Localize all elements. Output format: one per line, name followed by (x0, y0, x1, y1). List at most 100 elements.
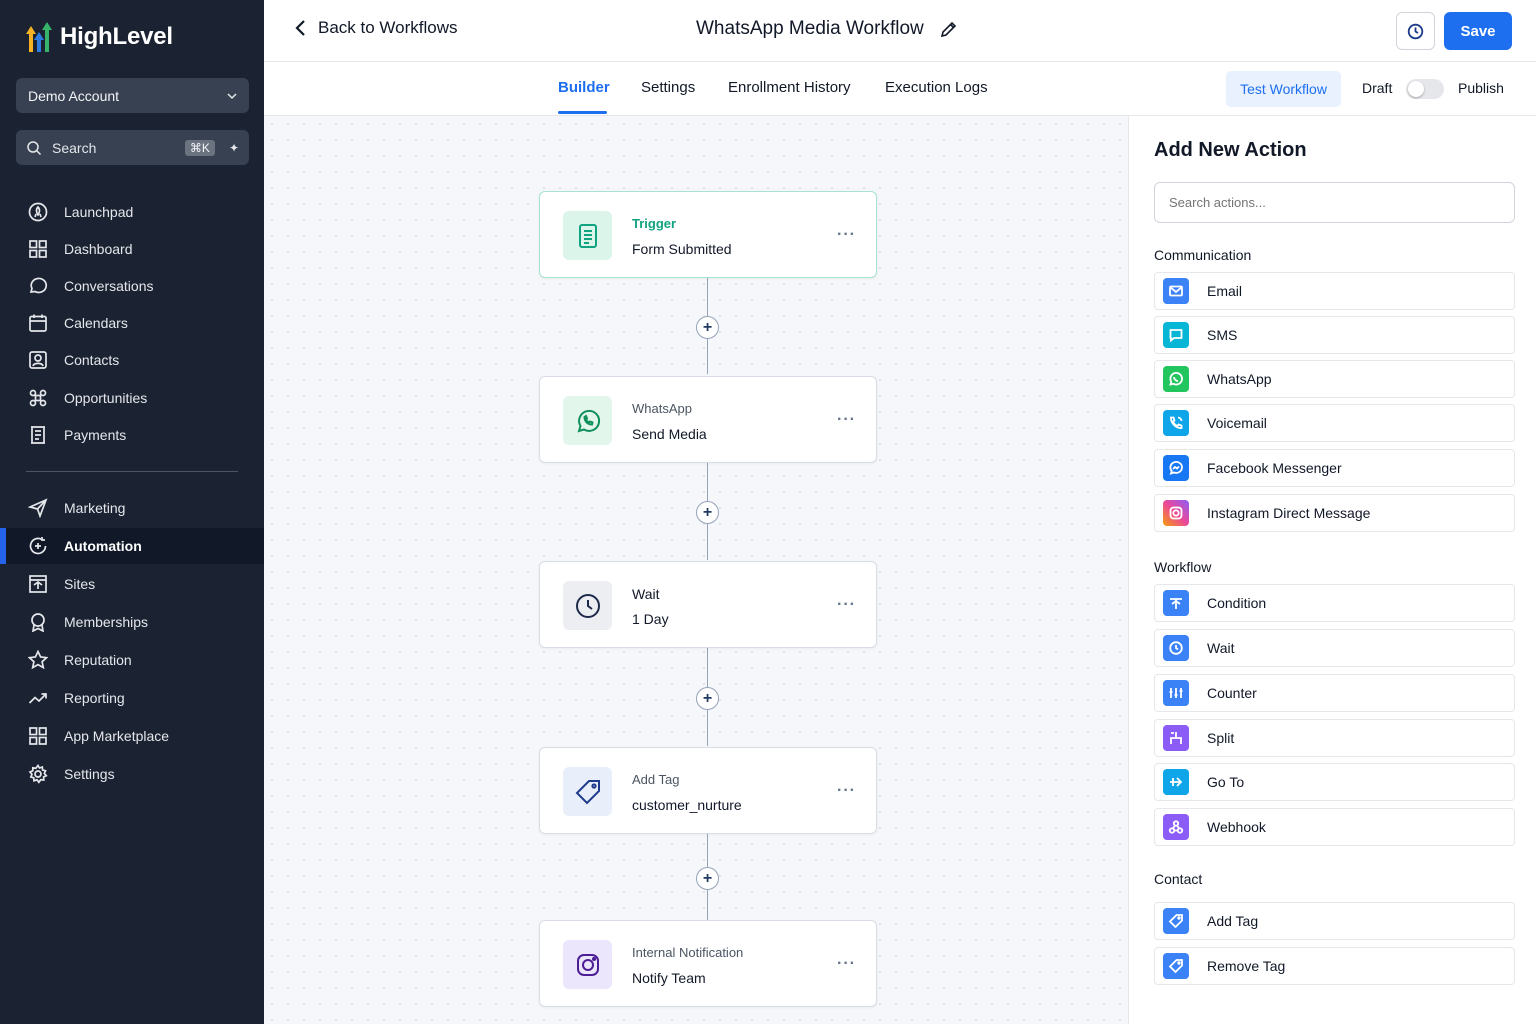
node-label: customer_nurture (632, 797, 742, 813)
action-email[interactable]: Email (1154, 272, 1515, 310)
add-action-panel: Add New Action Communication Email SMS W… (1128, 116, 1536, 1024)
publish-toggle[interactable] (1406, 79, 1444, 99)
sidebar-item-automation[interactable]: Automation (0, 528, 264, 564)
more-options-icon[interactable]: ··· (837, 782, 856, 800)
action-remove-tag[interactable]: Remove Tag (1154, 947, 1515, 985)
tab-builder[interactable]: Builder (558, 79, 610, 96)
active-tab-indicator (558, 111, 607, 114)
tab-settings[interactable]: Settings (641, 79, 695, 96)
sidebar-item-calendars[interactable]: Calendars (0, 305, 264, 341)
sidebar-item-marketing[interactable]: Marketing (0, 490, 264, 526)
pencil-icon[interactable] (940, 21, 957, 38)
action-label: Remove Tag (1207, 958, 1286, 974)
sidebar-item-contacts[interactable]: Contacts (0, 342, 264, 378)
more-options-icon[interactable]: ··· (837, 596, 856, 614)
sidebar-item-reputation[interactable]: Reputation (0, 642, 264, 678)
clock-icon (1407, 23, 1424, 39)
account-switcher[interactable]: Demo Account (16, 78, 249, 113)
sidebar: HighLevel Demo Account Search ⌘K ✦ Launc… (0, 0, 264, 1024)
more-options-icon[interactable]: ··· (837, 955, 856, 973)
sparkle-icon[interactable]: ✦ (229, 141, 239, 155)
sidebar-item-app-marketplace[interactable]: App Marketplace (0, 718, 264, 754)
counter-icon (1163, 680, 1189, 706)
workflow-node-whatsapp[interactable]: WhatsApp Send Media ··· (539, 376, 877, 463)
action-go-to[interactable]: Go To (1154, 763, 1515, 801)
sidebar-item-label: Settings (64, 766, 115, 782)
action-instagram-direct-message[interactable]: Instagram Direct Message (1154, 494, 1515, 532)
node-type: Wait (632, 586, 660, 602)
apps-icon (29, 727, 47, 745)
sidebar-item-label: Launchpad (64, 204, 134, 220)
webhook-icon (1163, 814, 1189, 840)
arrow-right-icon (1163, 769, 1189, 795)
sidebar-item-memberships[interactable]: Memberships (0, 604, 264, 640)
workflow-node-trigger[interactable]: Trigger Form Submitted ··· (539, 191, 877, 278)
gear-icon (28, 764, 48, 784)
sidebar-item-launchpad[interactable]: Launchpad (0, 194, 264, 230)
draft-label: Draft (1362, 80, 1393, 96)
search-icon (27, 140, 42, 155)
sidebar-search[interactable]: Search ⌘K ✦ (16, 130, 249, 165)
action-label: Voicemail (1207, 415, 1267, 431)
action-add-tag[interactable]: Add Tag (1154, 902, 1515, 940)
action-label: WhatsApp (1207, 371, 1272, 387)
sidebar-item-label: Conversations (64, 278, 154, 294)
action-split[interactable]: Split (1154, 719, 1515, 757)
action-label: Wait (1207, 640, 1235, 656)
chevron-left-icon (295, 20, 305, 36)
action-label: Condition (1207, 595, 1267, 611)
sidebar-item-label: Memberships (64, 614, 149, 630)
workflow-header: Back to Workflows WhatsApp Media Workflo… (264, 0, 1536, 62)
action-voicemail[interactable]: Voicemail (1154, 404, 1515, 442)
action-wait[interactable]: Wait (1154, 629, 1515, 667)
action-whatsapp[interactable]: WhatsApp (1154, 360, 1515, 398)
sidebar-item-settings[interactable]: Settings (0, 756, 264, 792)
condition-icon (1163, 590, 1189, 616)
workflow-node-internal-notification[interactable]: Internal Notification Notify Team ··· (539, 920, 877, 1007)
sidebar-item-label: Calendars (64, 315, 128, 331)
more-options-icon[interactable]: ··· (837, 226, 856, 244)
action-facebook-messenger[interactable]: Facebook Messenger (1154, 449, 1515, 487)
sidebar-item-label: Contacts (64, 352, 120, 368)
brand-logo[interactable]: HighLevel (22, 20, 173, 54)
add-step-button[interactable]: + (696, 316, 719, 339)
sidebar-item-sites[interactable]: Sites (0, 566, 264, 602)
sidebar-item-conversations[interactable]: Conversations (0, 268, 264, 304)
sidebar-item-dashboard[interactable]: Dashboard (0, 231, 264, 267)
test-workflow-button[interactable]: Test Workflow (1226, 71, 1341, 107)
sidebar-item-payments[interactable]: Payments (0, 417, 264, 453)
workflow-canvas[interactable]: + + + + Trigger Form Submitted ··· Whats… (264, 116, 1128, 1024)
workflow-title: WhatsApp Media Workflow (696, 18, 957, 40)
node-type: Add Tag (632, 772, 680, 787)
action-counter[interactable]: Counter (1154, 674, 1515, 712)
sidebar-item-reporting[interactable]: Reporting (0, 680, 264, 716)
action-label: SMS (1207, 327, 1238, 343)
search-label: Search (52, 139, 97, 156)
add-step-button[interactable]: + (696, 867, 719, 890)
add-step-button[interactable]: + (696, 501, 719, 524)
tab-enrollment-history[interactable]: Enrollment History (728, 79, 851, 96)
add-step-button[interactable]: + (696, 687, 719, 710)
more-options-icon[interactable]: ··· (837, 411, 856, 429)
workflow-node-add-tag[interactable]: Add Tag customer_nurture ··· (539, 747, 877, 834)
section-communication: Communication (1154, 247, 1252, 263)
action-search-input[interactable] (1154, 182, 1515, 223)
action-sms[interactable]: SMS (1154, 316, 1515, 354)
clock-icon (563, 581, 612, 630)
action-label: Split (1207, 730, 1235, 746)
sidebar-divider (26, 471, 238, 472)
node-type: Trigger (632, 216, 677, 231)
tab-execution-logs[interactable]: Execution Logs (885, 79, 988, 96)
trend-icon (28, 693, 47, 704)
brand-name: HighLevel (60, 23, 173, 50)
action-webhook[interactable]: Webhook (1154, 808, 1515, 846)
action-condition[interactable]: Condition (1154, 584, 1515, 622)
workflow-node-wait[interactable]: Wait 1 Day ··· (539, 561, 877, 648)
version-history-button[interactable] (1396, 12, 1435, 50)
sidebar-item-opportunities[interactable]: Opportunities (0, 380, 264, 416)
back-to-workflows-link[interactable]: Back to Workflows (294, 18, 458, 38)
opportunities-icon (29, 389, 47, 407)
workflow-title-text: WhatsApp Media Workflow (696, 18, 924, 39)
action-label: Counter (1207, 685, 1257, 701)
save-button[interactable]: Save (1444, 12, 1512, 50)
